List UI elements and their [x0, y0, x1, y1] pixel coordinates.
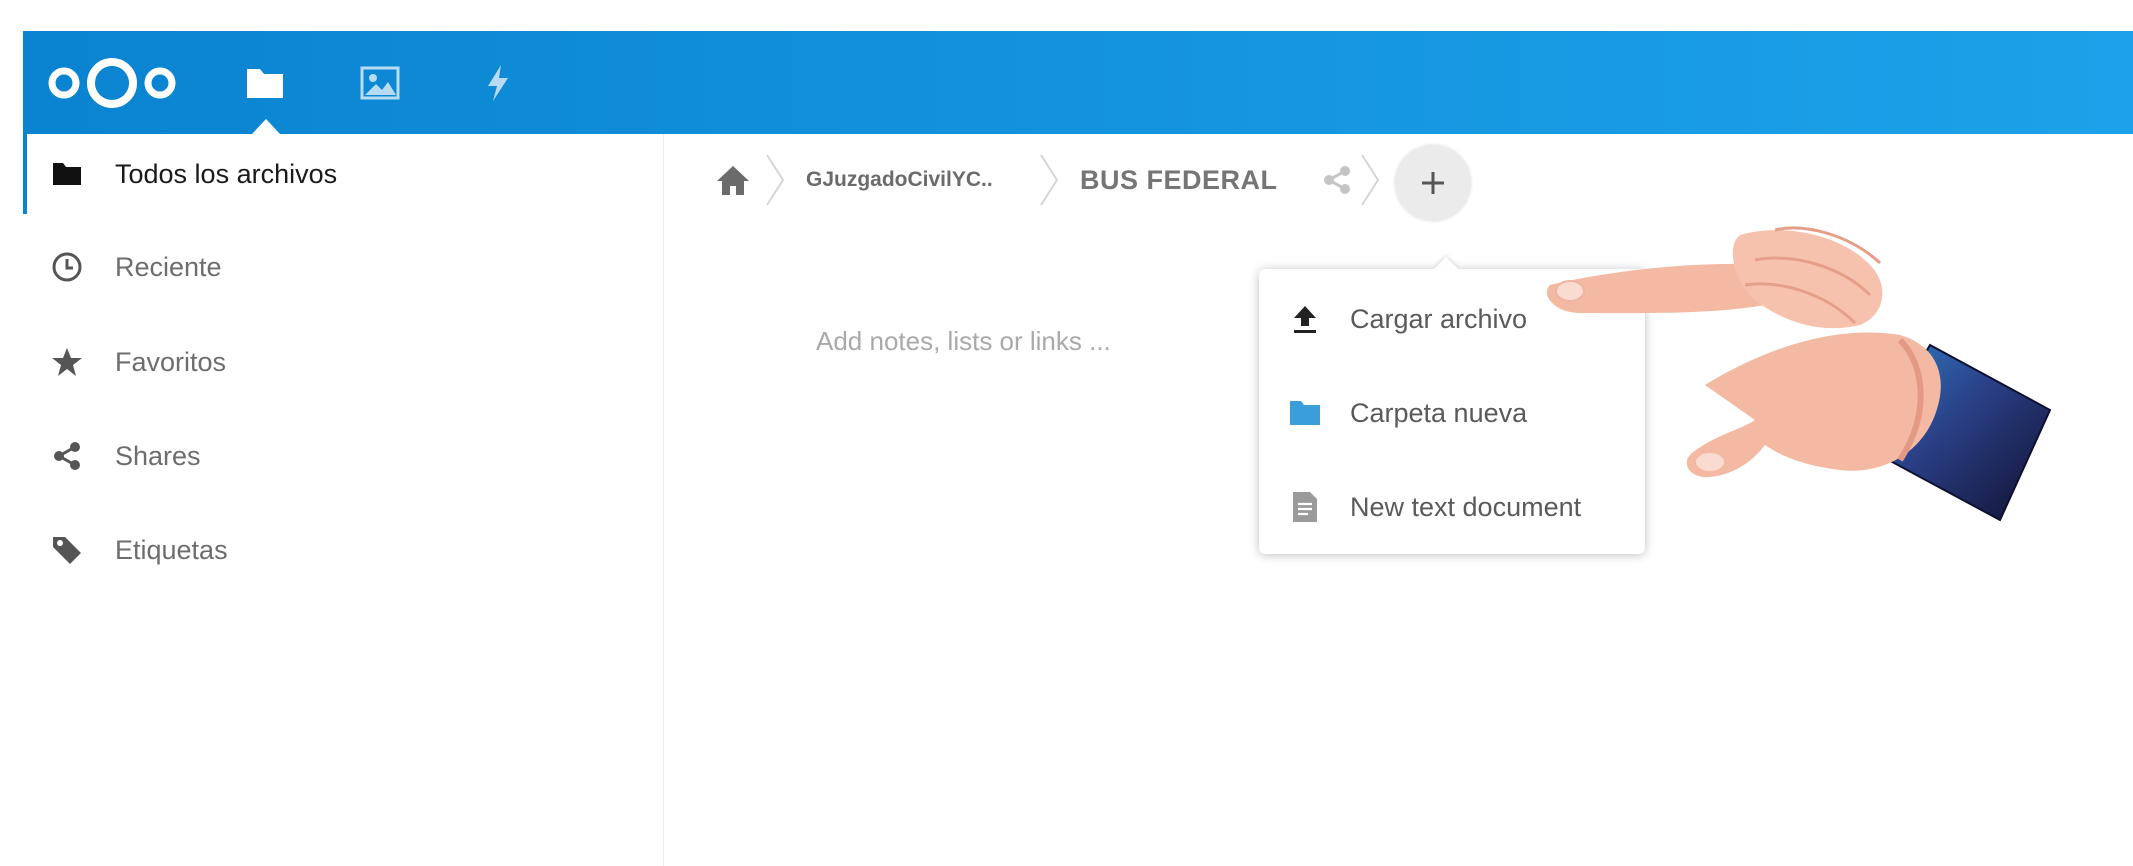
sidebar-item-label: Todos los archivos	[115, 158, 338, 189]
files-app: Todos los archivos Reciente Favoritos Sh…	[23, 31, 2133, 866]
notes-placeholder[interactable]: Add notes, lists or links ...	[816, 326, 1111, 357]
active-app-indicator	[252, 119, 280, 134]
breadcrumb-separator-icon	[766, 154, 785, 206]
main-content: GJuzgadoCivilYC.. BUS FEDERAL Add notes,…	[664, 134, 2133, 866]
sidebar-item-label: Favoritos	[115, 346, 227, 377]
sidebar-navigation: Todos los archivos Reciente Favoritos Sh…	[23, 134, 664, 866]
menu-item-label: Carpeta nueva	[1350, 397, 1528, 428]
home-icon[interactable]	[715, 163, 751, 199]
share-icon	[50, 439, 84, 473]
sidebar-item-shares[interactable]: Shares	[23, 416, 663, 496]
new-item-menu: Cargar archivo Carpeta nueva New text do…	[1259, 269, 1645, 554]
upload-icon	[1287, 301, 1323, 337]
clock-icon	[50, 250, 84, 284]
menu-item-new-folder[interactable]: Carpeta nueva	[1259, 368, 1645, 458]
files-app-icon[interactable]	[239, 57, 291, 109]
sidebar-item-label: Reciente	[115, 251, 222, 282]
share-icon[interactable]	[1321, 164, 1353, 196]
sidebar-item-all-files[interactable]: Todos los archivos	[23, 134, 663, 214]
star-icon	[50, 345, 84, 379]
breadcrumb-item-current[interactable]: BUS FEDERAL	[1080, 165, 1278, 196]
menu-item-label: Cargar archivo	[1350, 303, 1528, 334]
folder-icon	[1287, 395, 1323, 431]
menu-item-label: New text document	[1350, 491, 1582, 522]
activity-app-icon[interactable]	[472, 57, 524, 109]
sidebar-item-label: Etiquetas	[115, 534, 228, 565]
breadcrumb-separator-icon	[1361, 154, 1380, 206]
top-header	[23, 31, 2133, 134]
text-document-icon	[1287, 489, 1323, 525]
menu-item-new-text-document[interactable]: New text document	[1259, 462, 1645, 552]
sidebar-item-tags[interactable]: Etiquetas	[23, 510, 663, 590]
breadcrumb-item-folder[interactable]: GJuzgadoCivilYC..	[806, 168, 993, 192]
new-item-button[interactable]	[1395, 145, 1471, 221]
breadcrumb-separator-icon	[1040, 154, 1059, 206]
sidebar-item-label: Shares	[115, 440, 201, 471]
lightning-icon	[488, 65, 508, 101]
image-icon	[360, 66, 400, 100]
sidebar-item-favorites[interactable]: Favoritos	[23, 322, 663, 402]
tag-icon	[50, 533, 84, 567]
gallery-app-icon[interactable]	[354, 57, 406, 109]
menu-item-upload-file[interactable]: Cargar archivo	[1259, 274, 1645, 364]
folder-icon	[50, 157, 84, 191]
sidebar-item-recent[interactable]: Reciente	[23, 227, 663, 307]
folder-icon	[247, 69, 283, 98]
plus-icon	[1422, 172, 1444, 194]
nextcloud-logo[interactable]	[46, 53, 178, 113]
